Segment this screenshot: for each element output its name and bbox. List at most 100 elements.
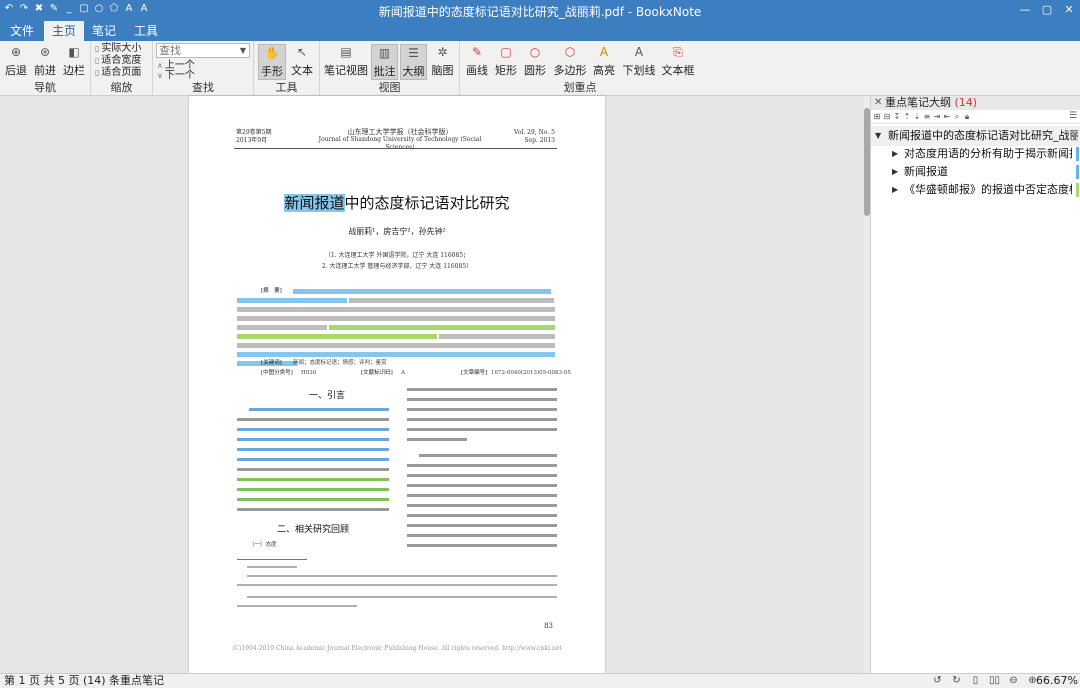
double-page-icon[interactable]: ▯▯ <box>989 674 1000 688</box>
tab-notes[interactable]: 笔记 <box>84 21 124 41</box>
outline-item[interactable]: ▶ 《华盛顿邮报》的报道中否定态度标记语 <box>871 180 1080 200</box>
notes-icon: ▤ <box>340 45 352 59</box>
tab-home[interactable]: 主页 <box>44 21 84 41</box>
highlight-button[interactable]: A 高亮 <box>590 44 618 80</box>
outline-tool-icon[interactable]: ⊟ <box>883 111 891 122</box>
hand-icon: ✋ <box>264 46 280 60</box>
green-underline-line[interactable] <box>237 498 389 501</box>
notes-view-button[interactable]: ▤ 笔记视图 <box>323 44 369 80</box>
single-page-icon[interactable]: ▯ <box>970 674 981 688</box>
sidebar-button[interactable]: ◧ 边栏 <box>61 44 87 80</box>
fit-width-button[interactable]: ▯ 适合宽度 <box>95 55 141 67</box>
chevron-right-icon[interactable]: ▶ <box>892 180 898 200</box>
abstract-green-highlight[interactable] <box>237 334 437 339</box>
polygon-button[interactable]: ⬡ 多边形 <box>552 44 588 80</box>
ribbon-tabs: 文件 主页 笔记 工具 <box>0 21 1080 41</box>
status-bar: 第 1 页 共 5 页 (14) 条重点笔记 ↺ ↻ ▯ ▯▯ ⊖ ⊕ 66.6… <box>0 673 1080 688</box>
clc-label: [中图分类号] <box>261 370 293 376</box>
abstract-highlight-line[interactable] <box>237 298 347 303</box>
fit-page-button[interactable]: ▯ 适合页面 <box>95 67 141 79</box>
text-line <box>407 484 557 487</box>
rectangle-button[interactable]: ▢ 矩形 <box>493 44 519 80</box>
underlined-line[interactable] <box>237 428 389 431</box>
outline-item[interactable]: ▶ 对态度用语的分析有助于揭示新闻报道 <box>871 144 1080 164</box>
actual-size-button[interactable]: ▯ 实际大小 <box>95 43 141 55</box>
rectangle-icon: ▢ <box>500 45 512 59</box>
rotate-right-icon[interactable]: ↻ <box>951 674 962 688</box>
rotate-left-icon[interactable]: ↺ <box>932 674 943 688</box>
pdf-page[interactable]: 第29卷第5期 2013年9月 山东理工大学学报（社会科学版） Journal … <box>189 96 605 673</box>
outline-tool-icon[interactable]: ↧ <box>893 111 901 122</box>
draw-line-button[interactable]: ✎ 画线 <box>464 44 490 80</box>
article-no-value: 1672-0040(2013)05-0083-05 <box>491 370 571 376</box>
outline-tool-icon[interactable]: ⇥ <box>933 111 941 122</box>
group-zoom: ▯ 实际大小 ▯ 适合宽度 ▯ 适合页面 缩放 <box>91 41 153 96</box>
status-icons: ↺ ↻ ▯ ▯▯ ⊖ ⊕ <box>932 674 1038 688</box>
chevron-right-icon[interactable]: ▶ <box>892 144 898 164</box>
textbox-button[interactable]: ⎘ 文本框 <box>660 44 696 80</box>
outline-tool-icon[interactable]: ⊞ <box>873 111 881 122</box>
document-viewport[interactable]: 第29卷第5期 2013年9月 山东理工大学学报（社会科学版） Journal … <box>0 96 862 673</box>
outline-tool-icon[interactable]: ≡ <box>923 111 931 122</box>
close-icon[interactable]: ✕ <box>1062 2 1076 18</box>
underline-icon: A <box>634 45 644 59</box>
outline-tool-icon[interactable]: ⇤ <box>943 111 951 122</box>
underlined-line[interactable] <box>237 448 389 451</box>
text-line <box>407 408 557 411</box>
abstract-text-line <box>237 307 555 312</box>
copyright-footer: (C)1994-2019 China Academic Journal Elec… <box>232 645 562 652</box>
chevron-right-icon[interactable]: ▶ <box>892 162 898 182</box>
highlight-icon: A <box>599 45 609 59</box>
mindmap-view-button[interactable]: ✲ 脑图 <box>429 44 456 80</box>
page-number: 83 <box>544 622 553 630</box>
article-authors: 战丽莉¹，房吉宁²，孙先钟² <box>348 227 446 236</box>
close-icon[interactable]: ✕ <box>874 96 882 110</box>
abstract-highlight-line[interactable] <box>237 352 555 357</box>
maximize-icon[interactable]: ▢ <box>1040 2 1054 18</box>
circle-button[interactable]: ○ 圆形 <box>522 44 548 80</box>
green-underline-line[interactable] <box>237 488 389 491</box>
abstract-green-highlight[interactable] <box>329 325 555 330</box>
underlined-line[interactable] <box>249 408 389 411</box>
text-tool-button[interactable]: ↖ 文本 <box>288 44 316 80</box>
window-title: 新闻报道中的态度标记语对比研究_战丽莉.pdf - BookxNote <box>378 5 702 19</box>
chevron-down-icon[interactable]: ▼ <box>240 44 246 57</box>
title-highlight[interactable]: 新闻报道 <box>284 194 345 212</box>
menu-icon[interactable]: ☰ <box>1069 111 1077 122</box>
annotate-view-button[interactable]: ▥ 批注 <box>371 44 398 80</box>
tab-file[interactable]: 文件 <box>2 21 42 41</box>
underlined-line[interactable] <box>237 438 389 441</box>
forward-button[interactable]: ⊛ 前进 <box>32 44 58 80</box>
zoom-out-icon[interactable]: ⊖ <box>1008 674 1019 688</box>
underlined-line[interactable] <box>237 458 389 461</box>
zoom-level[interactable]: 66.67% <box>1036 674 1078 688</box>
article-title[interactable]: 新闻报道中的态度标记语对比研究 <box>189 192 605 213</box>
hand-tool-button[interactable]: ✋ 手形 <box>258 44 286 80</box>
abstract-highlight-line[interactable] <box>293 289 551 294</box>
green-underline-line[interactable] <box>237 478 389 481</box>
header-volume: 第29卷第5期 2013年9月 <box>236 129 272 144</box>
text-line <box>237 418 389 421</box>
title-bar: ↶ ↷ ✖ ✎ _ ▢ ○ ⬠ A A 新闻报道中的态度标记语对比研究_战丽莉.… <box>0 0 1080 21</box>
outline-tool-icon[interactable]: ⇣ <box>913 111 921 122</box>
outline-view-button[interactable]: ☰ 大纲 <box>400 44 427 80</box>
back-icon: ⊕ <box>10 45 22 59</box>
outline-tool-icon[interactable]: ⇡ <box>903 111 911 122</box>
outline-root[interactable]: ▼ 新闻报道中的态度标记语对比研究_战丽莉 <box>871 126 1080 146</box>
doc-code-value: A <box>401 370 405 376</box>
lock-icon[interactable]: 🔒︎ <box>963 111 971 122</box>
document-scrollbar[interactable] <box>862 96 870 673</box>
article-affiliations: （1. 大连理工大学 外国语学院，辽宁 大连 116085； 2. 大连理工大学… <box>321 252 473 270</box>
group-label-zoom: 缩放 <box>110 81 133 94</box>
underline-button[interactable]: A 下划线 <box>621 44 657 80</box>
chevron-down-icon[interactable]: ▼ <box>875 126 881 146</box>
outline-item[interactable]: ▶ 新闻报道 <box>871 162 1080 182</box>
minimize-icon[interactable]: — <box>1018 2 1032 18</box>
text-line <box>407 428 557 431</box>
search-icon[interactable]: ⌕ <box>953 111 961 122</box>
tab-tools[interactable]: 工具 <box>126 21 166 41</box>
search-input[interactable]: 查找 ▼ <box>156 43 250 58</box>
back-button[interactable]: ⊕ 后退 <box>3 44 29 80</box>
group-label-highlight: 划重点 <box>563 81 597 94</box>
outline-icon: ☰ <box>408 46 419 60</box>
